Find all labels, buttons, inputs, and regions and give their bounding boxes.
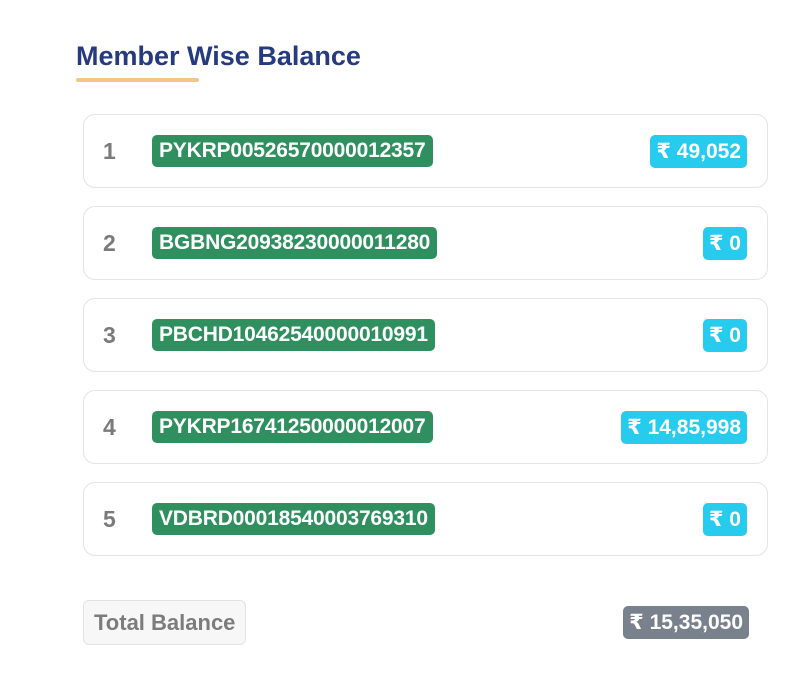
account-badge: PYKRP16741250000012007	[152, 411, 433, 443]
list-item: 4 PYKRP16741250000012007 ₹ 14,85,998	[83, 390, 768, 464]
list-item: 1 PYKRP00526570000012357 ₹ 49,052	[83, 114, 768, 188]
balance-badge: ₹ 0	[702, 226, 747, 260]
balance-badge: ₹ 14,85,998	[621, 410, 747, 444]
member-index: 5	[103, 505, 116, 532]
balance-badge: ₹ 0	[702, 502, 747, 536]
member-index: 3	[103, 321, 116, 348]
account-badge: VDBRD00018540003769310	[152, 503, 435, 535]
list-item: 5 VDBRD00018540003769310 ₹ 0	[83, 482, 768, 556]
page-title: Member Wise Balance	[76, 41, 361, 71]
balance-badge: ₹ 49,052	[650, 134, 747, 168]
member-balance-list: 1 PYKRP00526570000012357 ₹ 49,052 2 BGBN…	[83, 114, 768, 574]
member-index: 4	[103, 413, 116, 440]
account-badge: PBCHD10462540000010991	[152, 319, 435, 351]
account-badge: BGBNG20938230000011280	[152, 227, 438, 259]
member-index: 2	[103, 229, 116, 256]
member-index: 1	[103, 137, 116, 164]
account-badge: PYKRP00526570000012357	[152, 135, 433, 167]
total-balance-badge: ₹ 15,35,050	[623, 606, 749, 639]
total-balance-label: Total Balance	[83, 600, 247, 645]
balance-badge: ₹ 0	[702, 318, 747, 352]
title-underline	[76, 78, 199, 82]
list-item: 2 BGBNG20938230000011280 ₹ 0	[83, 206, 768, 280]
list-item: 3 PBCHD10462540000010991 ₹ 0	[83, 298, 768, 372]
